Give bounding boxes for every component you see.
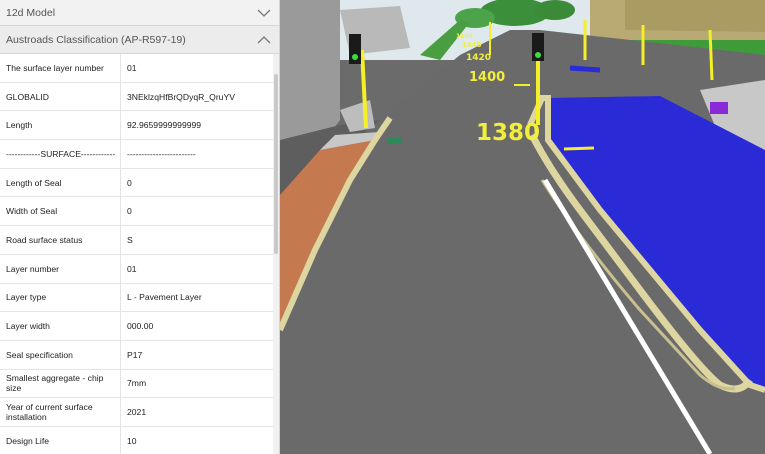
section-12d-model-title: 12d Model (6, 6, 56, 19)
table-row: Smallest aggregate - chip size 7mm (0, 369, 274, 399)
table-row: GLOBALID 3NEklzqHfBrQDyqR_QruYV (0, 82, 274, 112)
chainage-label: 1400 (469, 70, 505, 85)
table-row: Length of Seal 0 (0, 168, 274, 198)
attribute-value: 01 (120, 54, 274, 82)
table-row: Width of Seal 0 (0, 197, 274, 227)
far-road-marker (569, 65, 601, 73)
attribute-key: Width of Seal (6, 206, 58, 217)
section-classification-header[interactable]: Austroads Classification (AP-R597-19) (0, 26, 279, 54)
table-row: Length 92.9659999999999 (0, 111, 274, 141)
attribute-key: Layer type (6, 292, 47, 303)
signal-pole (708, 29, 714, 81)
marker-box (710, 102, 728, 114)
table-row: Year of current surface installation 2021 (0, 398, 274, 427)
table-row: Road surface status S (0, 226, 274, 255)
attribute-key: ------------SURFACE------------ (6, 148, 116, 159)
attribute-value: L - Pavement Layer (120, 283, 274, 312)
chevron-down-icon[interactable] (257, 8, 271, 18)
attribute-value: 000.00 (120, 312, 274, 340)
panel-scrollbar[interactable] (273, 54, 279, 454)
signal-light (535, 52, 541, 58)
scrollbar-thumb[interactable] (274, 74, 278, 254)
attribute-value: 3NEklzqHfBrQDyqR_QruYV (120, 82, 274, 111)
attribute-key: Year of current surface installation (6, 402, 93, 423)
table-row: Layer number 01 (0, 254, 274, 284)
table-row: Seal specification P17 (0, 340, 274, 370)
attribute-key: Layer number (6, 263, 60, 274)
road-scene: 1380 1400 1420 1440 1460 (280, 0, 765, 454)
section-classification-title: Austroads Classification (AP-R597-19) (6, 33, 186, 46)
attribute-value: ------------------------ (120, 140, 274, 168)
attribute-key: Length of Seal (6, 177, 62, 188)
chevron-up-icon[interactable] (257, 35, 271, 45)
attribute-value: 10 (120, 426, 274, 454)
3d-viewport[interactable]: 1380 1400 1420 1440 1460 (280, 0, 765, 454)
attribute-key: Layer width (6, 321, 50, 332)
table-row: Design Life 10 (0, 426, 274, 454)
attribute-key: The surface layer number (6, 62, 104, 73)
chainage-tick (563, 146, 595, 151)
attribute-key: Seal specification (6, 349, 73, 360)
chainage-label: 1460 (456, 33, 473, 40)
attribute-key: Design Life (6, 435, 49, 446)
attribute-key: Length (6, 120, 33, 131)
marker-box (388, 138, 402, 144)
attribute-key: GLOBALID (6, 91, 49, 102)
attribute-key: Smallest aggregate - chip size (6, 373, 104, 394)
attribute-value: 2021 (120, 398, 274, 426)
table-row: The surface layer number 01 (0, 54, 274, 83)
table-row: Layer type L - Pavement Layer (0, 283, 274, 313)
attribute-value: S (120, 226, 274, 254)
tree (535, 0, 575, 20)
chainage-label: 1420 (466, 53, 491, 63)
chainage-label: 1440 (462, 41, 482, 49)
attribute-value: 01 (120, 254, 274, 283)
attribute-key: Road surface status (6, 234, 83, 245)
attribute-value: 0 (120, 197, 274, 226)
attribute-panel: 12d Model Austroads Classification (AP-R… (0, 0, 280, 454)
attribute-value: P17 (120, 340, 274, 369)
attribute-value: 7mm (120, 369, 274, 398)
chainage-label: 1380 (476, 120, 540, 146)
table-row: Layer width 000.00 (0, 312, 274, 341)
section-12d-model-header[interactable]: 12d Model (0, 0, 279, 26)
attribute-table: The surface layer number 01 GLOBALID 3NEkl… (0, 54, 274, 454)
building (625, 0, 765, 32)
attribute-value: 0 (120, 168, 274, 197)
attribute-value: 92.9659999999999 (120, 111, 274, 140)
table-row: ------------SURFACE------------ ---------… (0, 140, 274, 169)
signal-light (352, 54, 358, 60)
